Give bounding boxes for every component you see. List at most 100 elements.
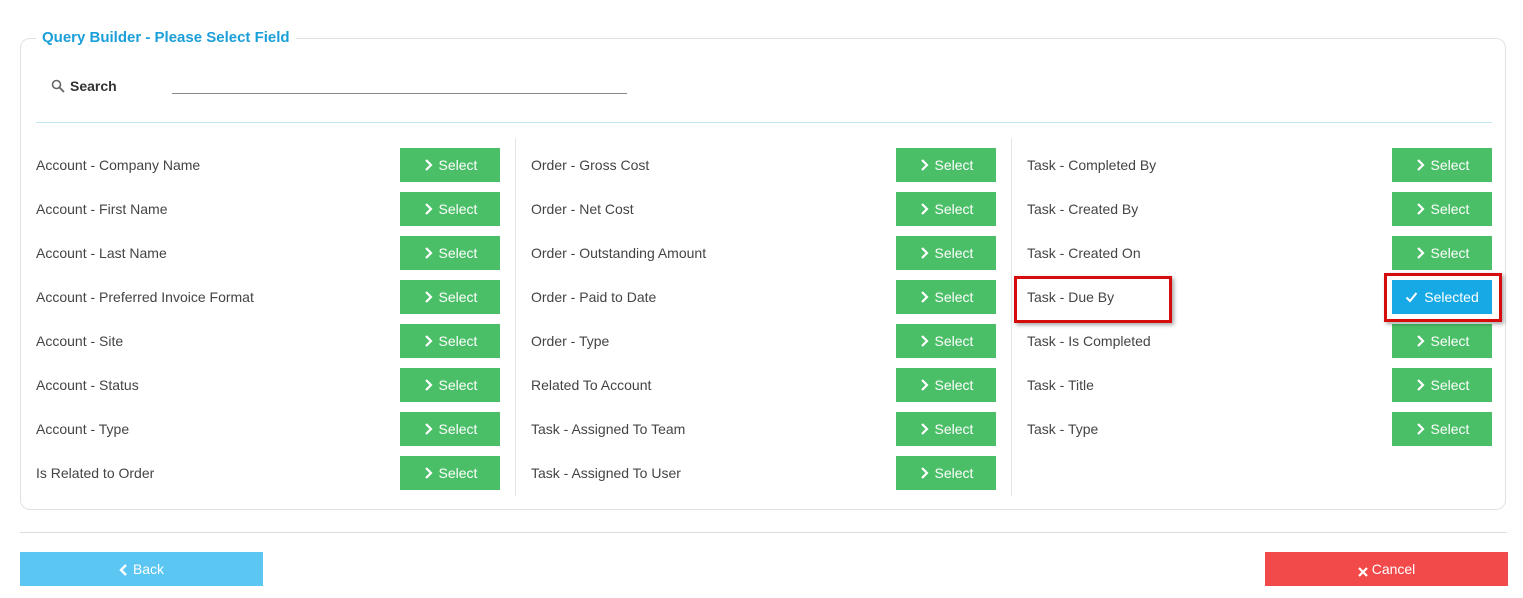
field-row: Account - First Name Select	[36, 192, 500, 226]
search-input[interactable]	[172, 73, 627, 94]
field-label: Order - Outstanding Amount	[531, 245, 707, 261]
column-divider	[515, 138, 516, 496]
select-button-label: Select	[934, 245, 974, 261]
field-row: Order - Paid to Date Select	[531, 280, 996, 314]
field-row: Order - Outstanding Amount Select	[531, 236, 996, 270]
field-row: Account - Preferred Invoice Format Select	[36, 280, 500, 314]
select-button-label: Select	[438, 377, 478, 393]
select-button[interactable]: Select	[400, 192, 500, 226]
field-label: Task - Due By	[1027, 289, 1115, 305]
select-button[interactable]: Select	[400, 280, 500, 314]
field-row: Related To Account Select	[531, 368, 996, 402]
select-button-label: Select	[934, 201, 974, 217]
close-icon	[1357, 564, 1368, 577]
select-button[interactable]: Select	[1392, 236, 1492, 270]
field-label: Task - Type	[1027, 421, 1099, 437]
chevron-right-icon	[423, 290, 433, 304]
field-row: Task - Completed By Select	[1027, 148, 1492, 182]
back-label: Back	[132, 561, 165, 577]
chevron-right-icon	[1415, 334, 1425, 348]
select-button-label: Select	[934, 289, 974, 305]
select-button[interactable]: Select	[1392, 368, 1492, 402]
select-button-label: Select	[438, 465, 478, 481]
select-button-label: Select	[1430, 421, 1470, 437]
select-button-label: Select	[438, 201, 478, 217]
select-button-label: Select	[1430, 245, 1470, 261]
header-divider	[36, 122, 1492, 123]
select-button-label: Selected	[1424, 289, 1479, 305]
field-label: Task - Is Completed	[1027, 333, 1151, 349]
chevron-right-icon	[919, 422, 929, 436]
select-button[interactable]: Select	[896, 192, 996, 226]
select-button[interactable]: Select	[400, 148, 500, 182]
select-button[interactable]: Select	[400, 368, 500, 402]
field-label: Is Related to Order	[36, 465, 155, 481]
field-label: Account - Type	[36, 421, 130, 437]
field-label: Order - Net Cost	[531, 201, 634, 217]
select-button[interactable]: Select	[896, 456, 996, 490]
field-row: Account - Site Select	[36, 324, 500, 358]
chevron-right-icon	[1415, 202, 1425, 216]
field-label: Task - Created By	[1027, 201, 1139, 217]
field-label: Task - Completed By	[1027, 157, 1157, 173]
select-button-label: Select	[1430, 377, 1470, 393]
column-divider	[1011, 138, 1012, 496]
select-button[interactable]: Select	[896, 236, 996, 270]
field-label: Account - First Name	[36, 201, 168, 217]
select-button[interactable]: Select	[400, 456, 500, 490]
field-label: Account - Site	[36, 333, 124, 349]
field-label: Task - Assigned To Team	[531, 421, 686, 437]
select-button[interactable]: Select	[896, 324, 996, 358]
chevron-right-icon	[423, 334, 433, 348]
chevron-right-icon	[1415, 246, 1425, 260]
select-button-label: Select	[934, 421, 974, 437]
field-row: Account - Type Select	[36, 412, 500, 446]
select-button[interactable]: Select	[1392, 412, 1492, 446]
field-row: Task - Assigned To User Select	[531, 456, 996, 490]
cancel-label: Cancel	[1371, 561, 1416, 577]
field-row: Account - Status Select	[36, 368, 500, 402]
select-button[interactable]: Select	[1392, 192, 1492, 226]
field-row: Account - Company Name Select	[36, 148, 500, 182]
select-button[interactable]: Select	[896, 368, 996, 402]
select-button-label: Select	[438, 245, 478, 261]
search-label-group: Search	[51, 76, 117, 96]
field-label: Account - Last Name	[36, 245, 167, 261]
field-label: Task - Assigned To User	[531, 465, 681, 481]
select-button[interactable]: Select	[400, 412, 500, 446]
select-button-label: Select	[1430, 157, 1470, 173]
field-row: Task - Title Select	[1027, 368, 1492, 402]
chevron-right-icon	[919, 378, 929, 392]
field-label: Task - Title	[1027, 377, 1094, 393]
select-button[interactable]: Select	[400, 236, 500, 270]
select-button[interactable]: Select	[1392, 324, 1492, 358]
select-button-label: Select	[934, 465, 974, 481]
field-label: Account - Status	[36, 377, 139, 393]
chevron-right-icon	[423, 158, 433, 172]
cancel-button[interactable]: Cancel	[1265, 552, 1508, 586]
chevron-right-icon	[919, 334, 929, 348]
field-row: Is Related to Order Select	[36, 456, 500, 490]
select-button[interactable]: Select	[1392, 148, 1492, 182]
select-button[interactable]: Select	[896, 148, 996, 182]
select-button-label: Select	[438, 421, 478, 437]
selected-button[interactable]: Selected	[1392, 280, 1492, 314]
chevron-left-icon	[119, 563, 129, 576]
field-row: Task - Is Completed Select	[1027, 324, 1492, 358]
select-button-label: Select	[934, 157, 974, 173]
chevron-right-icon	[1415, 158, 1425, 172]
select-button[interactable]: Select	[896, 280, 996, 314]
field-row: Order - Net Cost Select	[531, 192, 996, 226]
chevron-right-icon	[919, 158, 929, 172]
field-label: Task - Created On	[1027, 245, 1141, 261]
select-button-label: Select	[438, 333, 478, 349]
chevron-right-icon	[919, 290, 929, 304]
select-button-label: Select	[438, 289, 478, 305]
field-label: Order - Type	[531, 333, 610, 349]
select-button[interactable]: Select	[400, 324, 500, 358]
field-row: Task - Created On Select	[1027, 236, 1492, 270]
select-button[interactable]: Select	[896, 412, 996, 446]
chevron-right-icon	[919, 202, 929, 216]
back-button[interactable]: Back	[20, 552, 263, 586]
field-label: Account - Preferred Invoice Format	[36, 289, 254, 305]
